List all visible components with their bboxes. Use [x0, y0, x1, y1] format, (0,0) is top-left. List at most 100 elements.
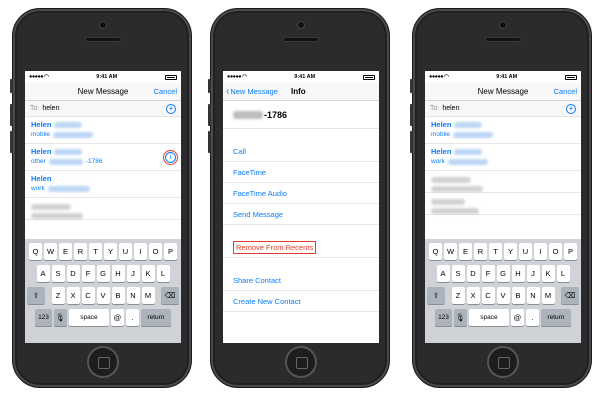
contact-suggestion[interactable]: Helen mobile [425, 117, 581, 144]
info-icon[interactable]: i [163, 150, 178, 165]
shift-key-icon[interactable]: ⇧ [27, 287, 45, 304]
key-q[interactable]: Q [429, 243, 442, 260]
back-button[interactable]: ‹ New Message [226, 86, 278, 97]
contact-suggestion[interactable]: Helen work [25, 171, 181, 198]
share-contact-action[interactable]: Share Contact [223, 270, 379, 291]
contact-suggestion[interactable]: Helen other -1786 i [25, 144, 181, 171]
key-y[interactable]: Y [104, 243, 117, 260]
key-t[interactable]: T [489, 243, 502, 260]
key-h[interactable]: H [111, 265, 125, 282]
key-f[interactable]: F [81, 265, 95, 282]
space-key[interactable]: space [468, 309, 509, 326]
nav-title: New Message [477, 87, 529, 96]
key-y[interactable]: Y [504, 243, 517, 260]
to-input[interactable]: helen [442, 105, 566, 112]
cancel-button[interactable]: Cancel [154, 87, 177, 96]
home-button[interactable] [87, 346, 119, 378]
key-n[interactable]: N [126, 287, 140, 304]
key-v[interactable]: V [96, 287, 110, 304]
contact-suggestion[interactable]: Helen mobile [25, 117, 181, 144]
key-a[interactable]: A [36, 265, 50, 282]
key-l[interactable]: L [156, 265, 170, 282]
facetime-action[interactable]: FaceTime [223, 162, 379, 183]
key-s[interactable]: S [51, 265, 65, 282]
microphone-key-icon[interactable]: 🎙 [453, 309, 467, 326]
dot-key[interactable]: . [525, 309, 539, 326]
contact-suggestion[interactable]: Helen work [425, 144, 581, 171]
return-key[interactable]: return [140, 309, 171, 326]
space-key[interactable]: space [68, 309, 109, 326]
dot-key[interactable]: . [125, 309, 139, 326]
key-q[interactable]: Q [29, 243, 42, 260]
key-z[interactable]: Z [451, 287, 465, 304]
key-b[interactable]: B [111, 287, 125, 304]
key-o[interactable]: O [549, 243, 562, 260]
add-contact-icon[interactable]: + [566, 103, 576, 114]
key-g[interactable]: G [96, 265, 110, 282]
earpiece-speaker [485, 37, 521, 42]
key-v[interactable]: V [496, 287, 510, 304]
call-action[interactable]: Call [223, 141, 379, 162]
key-z[interactable]: Z [51, 287, 65, 304]
key-r[interactable]: R [74, 243, 87, 260]
shift-key-icon[interactable]: ⇧ [427, 287, 445, 304]
home-button[interactable] [487, 346, 519, 378]
key-o[interactable]: O [149, 243, 162, 260]
key-s[interactable]: S [451, 265, 465, 282]
at-key[interactable]: @ [510, 309, 524, 326]
key-u[interactable]: U [119, 243, 132, 260]
key-m[interactable]: M [141, 287, 155, 304]
key-n[interactable]: N [526, 287, 540, 304]
key-d[interactable]: D [466, 265, 480, 282]
battery-icon [362, 74, 375, 80]
return-key[interactable]: return [540, 309, 571, 326]
key-k[interactable]: K [541, 265, 555, 282]
to-field[interactable]: To: helen + [425, 101, 581, 117]
facetime-audio-action[interactable]: FaceTime Audio [223, 183, 379, 204]
create-contact-action[interactable]: Create New Contact [223, 291, 379, 312]
key-b[interactable]: B [511, 287, 525, 304]
send-message-action[interactable]: Send Message [223, 204, 379, 225]
contact-suggestion-blurred[interactable] [425, 193, 581, 215]
key-c[interactable]: C [81, 287, 95, 304]
key-i[interactable]: I [534, 243, 547, 260]
key-m[interactable]: M [541, 287, 555, 304]
at-key[interactable]: @ [110, 309, 124, 326]
remove-from-recents-action[interactable]: Remove From Recents [223, 237, 379, 258]
key-f[interactable]: F [481, 265, 495, 282]
key-l[interactable]: L [556, 265, 570, 282]
key-k[interactable]: K [141, 265, 155, 282]
key-t[interactable]: T [89, 243, 102, 260]
key-x[interactable]: X [466, 287, 480, 304]
microphone-key-icon[interactable]: 🎙 [53, 309, 67, 326]
numbers-key[interactable]: 123 [435, 309, 452, 326]
key-d[interactable]: D [66, 265, 80, 282]
key-j[interactable]: J [126, 265, 140, 282]
contact-name: Helen [431, 147, 452, 156]
delete-key-icon[interactable]: ⌫ [161, 287, 179, 304]
key-r[interactable]: R [474, 243, 487, 260]
numbers-key[interactable]: 123 [35, 309, 52, 326]
key-w[interactable]: W [44, 243, 57, 260]
key-w[interactable]: W [444, 243, 457, 260]
key-x[interactable]: X [66, 287, 80, 304]
contact-suggestion-blurred[interactable] [425, 171, 581, 193]
contact-suggestion-blurred[interactable] [25, 198, 181, 220]
cancel-button[interactable]: Cancel [554, 87, 577, 96]
key-i[interactable]: I [134, 243, 147, 260]
add-contact-icon[interactable]: + [166, 103, 176, 114]
to-input[interactable]: helen [42, 105, 166, 112]
key-e[interactable]: E [59, 243, 72, 260]
to-field[interactable]: To: helen + [25, 101, 181, 117]
key-a[interactable]: A [436, 265, 450, 282]
key-p[interactable]: P [564, 243, 577, 260]
key-g[interactable]: G [496, 265, 510, 282]
key-j[interactable]: J [526, 265, 540, 282]
key-e[interactable]: E [459, 243, 472, 260]
key-h[interactable]: H [511, 265, 525, 282]
key-c[interactable]: C [481, 287, 495, 304]
key-u[interactable]: U [519, 243, 532, 260]
home-button[interactable] [285, 346, 317, 378]
delete-key-icon[interactable]: ⌫ [561, 287, 579, 304]
key-p[interactable]: P [164, 243, 177, 260]
